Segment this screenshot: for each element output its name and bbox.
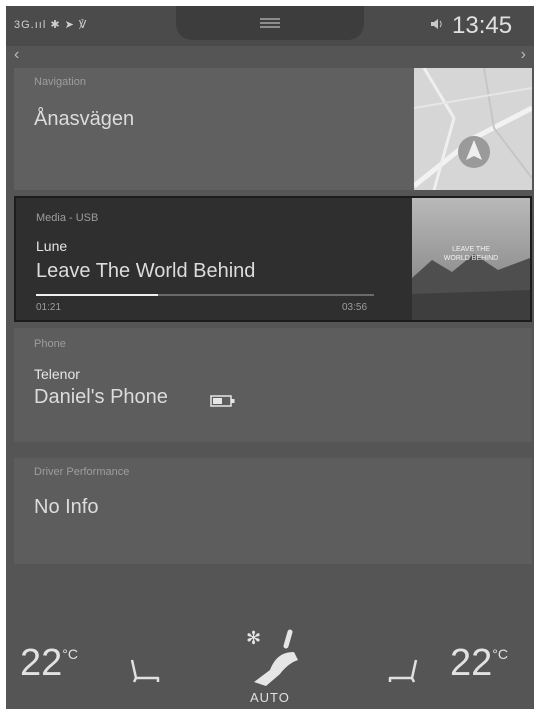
handle-grip-line [260,22,280,24]
battery-icon [210,394,236,412]
tile-title: Phone [34,338,66,350]
media-artist: Lune [36,238,68,254]
status-bar: 3G.ııl ✱ ➤ ℣ 13:45 [6,6,534,46]
right-seat-heat-icon[interactable] [386,658,420,689]
right-temperature[interactable]: 22°C [450,642,508,685]
driver-performance-tile[interactable]: Driver Performance No Info [14,458,532,564]
navigation-destination: Ånasvägen [34,108,135,130]
temperature-unit: °C [62,646,78,662]
driver-performance-value: No Info [34,496,99,518]
phone-carrier: Telenor [34,366,80,382]
album-cover[interactable]: LEAVE THE WORLD BEHIND [412,198,530,320]
map-thumbnail[interactable] [414,68,532,190]
connectivity-indicators: 3G.ııl ✱ ➤ ℣ [14,19,88,31]
svg-text:✻: ✻ [246,628,261,649]
handle-grip-line [260,26,280,28]
media-track-title: Leave The World Behind [36,260,256,282]
left-seat-heat-icon[interactable] [128,658,162,689]
fan-auto-icon[interactable]: ✻ [240,624,312,695]
album-cover-text: WORLD BEHIND [443,255,499,262]
next-view-arrow-icon[interactable]: › [521,46,526,64]
fan-auto-label: AUTO [250,690,290,705]
temperature-unit: °C [492,646,508,662]
left-temperature-value: 22 [20,642,63,684]
tile-title: Media - USB [36,212,99,224]
progress-bar-fill [36,294,158,296]
album-cover-text: LEAVE THE [452,246,490,253]
handle-grip-line [260,18,280,20]
tile-title: Driver Performance [34,466,130,478]
speaker-icon[interactable] [430,18,444,33]
progress-bar[interactable] [36,294,374,296]
previous-view-arrow-icon[interactable]: ‹ [14,46,19,64]
tile-title: Navigation [34,76,86,88]
phone-tile[interactable]: Phone Telenor Daniel's Phone [14,328,532,442]
track-duration: 03:56 [342,302,368,313]
right-temperature-value: 22 [450,642,493,684]
phone-device-name: Daniel's Phone [34,386,168,408]
top-view-handle[interactable] [176,6,364,40]
center-display: 3G.ııl ✱ ➤ ℣ 13:45 ‹ › Navigation Ånasvä… [6,6,534,709]
clock: 13:45 [452,12,513,39]
media-tile[interactable]: Media - USB Lune Leave The World Behind … [14,196,532,322]
elapsed-time: 01:21 [36,302,62,313]
left-temperature[interactable]: 22°C [20,642,78,685]
navigation-tile[interactable]: Navigation Ånasvägen [14,68,532,190]
